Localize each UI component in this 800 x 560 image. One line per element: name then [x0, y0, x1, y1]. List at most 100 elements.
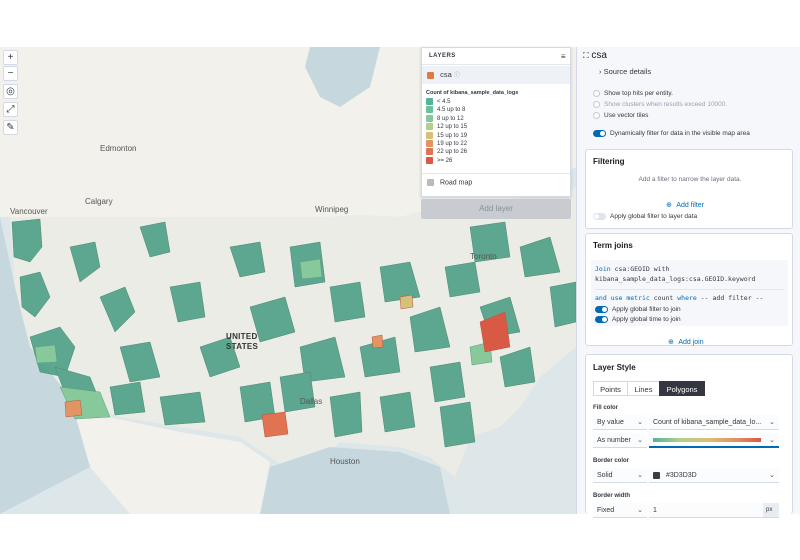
chevron-down-icon: ⌄ — [637, 419, 643, 426]
color-hex: #3D3D3D — [665, 472, 697, 479]
layer-swatch — [427, 71, 434, 79]
legend-label: 15 up to 19 — [437, 132, 468, 139]
toggle-icon — [593, 129, 606, 137]
add-join-button[interactable]: ⊕ Add join — [668, 331, 704, 349]
zoom-out-button[interactable]: − — [3, 66, 18, 81]
join-expression[interactable]: Join csa:GEOID with kibana_sample_data_l… — [591, 260, 788, 326]
global-filter-switch[interactable]: Apply global filter to layer data — [593, 213, 697, 220]
radio-icon — [593, 100, 600, 108]
panel-header: ⛶ csa — [583, 50, 607, 61]
road-map-icon — [427, 179, 434, 186]
city-label: Edmonton — [100, 144, 137, 153]
chevron-down-icon: ⌄ — [637, 507, 643, 514]
country-label: UNITED STATES — [226, 332, 259, 351]
layer-name: csa — [440, 70, 452, 79]
layer-item-csa[interactable]: csa ⓘ — [422, 66, 570, 84]
legend-label: 19 up to 22 — [437, 140, 468, 147]
city-label: Houston — [330, 457, 360, 466]
term-joins-title: Term joins — [593, 241, 633, 250]
legend-label: 12 up to 15 — [437, 124, 468, 131]
join-global-filter-switch[interactable]: Apply global filter to join — [595, 306, 784, 313]
tab-lines[interactable]: Lines — [627, 381, 660, 396]
switch-label: Apply global filter to join — [612, 306, 681, 314]
fill-field-select[interactable]: Count of kibana_sample_data_lo... ⌄ — [649, 415, 779, 430]
legend-row: < 4.5 — [426, 98, 570, 106]
source-options: Show top hits per entity. Show clusters … — [593, 88, 750, 139]
layer-item-road-map[interactable]: Road map — [422, 173, 570, 186]
border-color-picker[interactable]: #3D3D3D ⌄ — [649, 468, 779, 483]
option-label: Show clusters when results exceed 10000. — [604, 101, 728, 108]
legend-row: >= 26 — [426, 156, 570, 165]
border-type-select[interactable]: Solid ⌄ — [593, 468, 647, 483]
draw-tool-icon[interactable]: ✎ — [3, 120, 18, 135]
join-global-time-switch[interactable]: Apply global time to join — [595, 316, 784, 323]
option-vector-tiles[interactable]: Use vector tiles — [593, 110, 750, 121]
color-ramp-select[interactable]: ⌄ — [649, 433, 779, 448]
option-top-hits[interactable]: Show top hits per entity. — [593, 88, 750, 99]
chevron-right-icon: › — [599, 67, 602, 76]
metric-and: and — [595, 294, 607, 302]
layer-type-icon: ⛶ — [583, 51, 589, 60]
add-filter-label: Add filter — [676, 202, 704, 209]
legend-row: 19 up to 22 — [426, 139, 570, 148]
legend-title: Count of kibana_sample_data_logs — [426, 90, 519, 96]
plus-circle-icon: ⊕ — [668, 339, 674, 346]
layer-style-card: Layer Style Points Lines Polygons Fill c… — [585, 354, 793, 518]
legend-label: >= 26 — [437, 157, 453, 164]
metric-line: and use metric count where -- add filter… — [595, 289, 784, 303]
border-width-type-select[interactable]: Fixed ⌄ — [593, 503, 647, 518]
add-layer-button[interactable]: Add layer — [421, 199, 571, 219]
legend-label: 22 up to 26 — [437, 149, 468, 156]
select-value: Fixed — [597, 507, 615, 514]
switch-label: Apply global filter to layer data — [610, 213, 698, 221]
chevron-down-icon: ⌄ — [769, 419, 775, 426]
legend-items: < 4.5 4.5 up to 88 up to 12 12 up to 15 15 … — [426, 98, 570, 165]
geometry-tabs: Points Lines Polygons — [593, 381, 705, 396]
legend-swatch — [426, 131, 433, 139]
city-label: Dallas — [300, 397, 323, 406]
legend-label: 8 up to 12 — [437, 115, 464, 122]
source-details-toggle[interactable]: › Source details — [599, 67, 651, 76]
color-ramp — [653, 438, 761, 443]
fill-scale-select[interactable]: As number ⌄ — [593, 433, 647, 448]
join-line: Join csa:GEOID with — [595, 264, 784, 274]
legend-swatch — [426, 98, 433, 105]
fit-bounds-button[interactable]: ◎ — [3, 84, 18, 99]
maps-app: + − ◎ ⤢ ✎ Edmonton Calgary Vancouver Win… — [0, 0, 800, 560]
option-label: Use vector tiles — [604, 112, 649, 119]
legend-swatch — [426, 114, 433, 122]
switch-label: Apply global time to join — [612, 316, 681, 324]
legend-swatch — [426, 156, 433, 164]
measure-tool-icon[interactable]: ⤢ — [3, 102, 18, 117]
layers-header: LAYERS ≡ — [422, 48, 570, 65]
legend-label: < 4.5 — [437, 99, 451, 106]
border-width-input[interactable]: 1 — [649, 503, 763, 518]
tab-points[interactable]: Points — [593, 381, 628, 396]
info-icon: ⓘ — [453, 73, 460, 79]
layers-panel: LAYERS ≡ csa ⓘ Count of kibana_sample_da… — [421, 47, 571, 197]
chevron-down-icon: ⌄ — [769, 437, 775, 444]
legend-row: 15 up to 19 — [426, 131, 570, 140]
dynamic-filter-switch[interactable]: Dynamically filter for data in the visib… — [593, 128, 750, 139]
legend-swatch — [426, 123, 433, 131]
input-value: 1 — [653, 507, 657, 514]
zoom-in-button[interactable]: + — [3, 50, 18, 65]
add-filter-button[interactable]: ⊕ Add filter — [666, 194, 704, 212]
legend-swatch — [426, 148, 433, 156]
color-swatch — [653, 471, 660, 479]
legend: Count of kibana_sample_data_logs < 4.5 4.… — [422, 90, 570, 165]
filter-hint: Add a filter to narrow the layer data. — [638, 176, 742, 183]
toggle-icon — [593, 213, 606, 220]
collapse-icon[interactable]: ≡ — [561, 52, 566, 61]
legend-row: 12 up to 15 — [426, 123, 570, 131]
border-color-label: Border color — [593, 458, 630, 464]
metric-count: count — [653, 294, 674, 302]
panel-title: csa — [591, 50, 607, 61]
tab-polygons[interactable]: Polygons — [659, 381, 705, 396]
option-clusters[interactable]: Show clusters when results exceed 10000. — [593, 99, 750, 110]
radio-icon — [593, 89, 600, 97]
plus-circle-icon: ⊕ — [666, 202, 672, 209]
toggle-icon — [595, 316, 608, 324]
metric-where: where — [677, 294, 697, 302]
fill-type-select[interactable]: By value ⌄ — [593, 415, 647, 430]
